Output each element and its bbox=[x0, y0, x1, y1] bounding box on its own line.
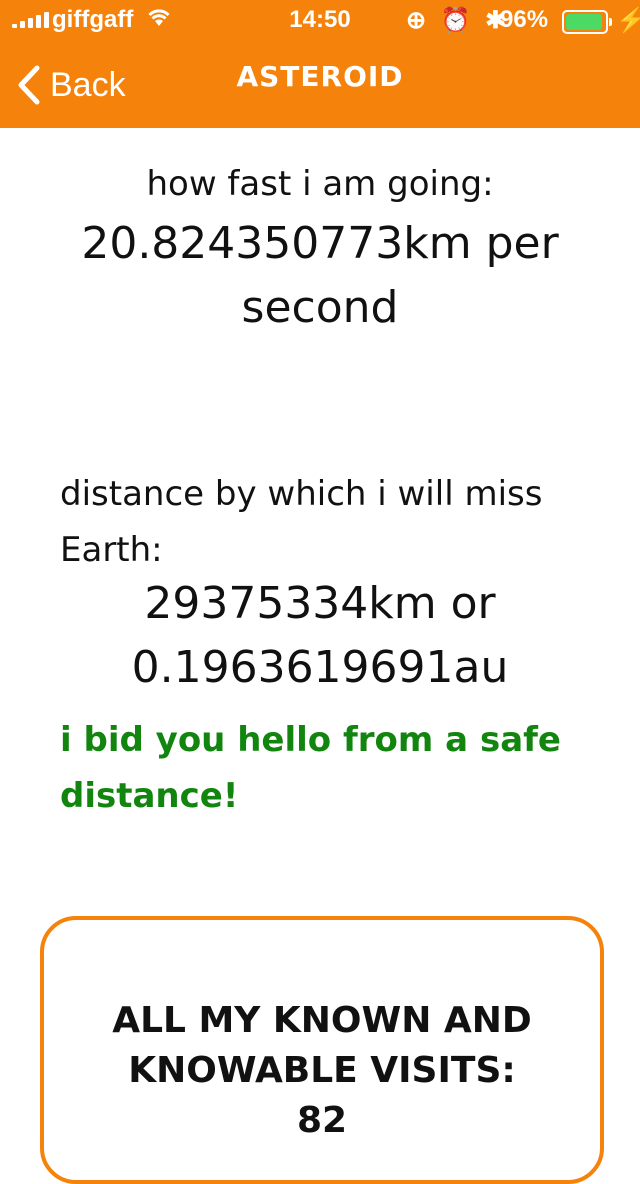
navigation-bar: giffgaff 14:50 ⊕ ⏰ ✱ 96% ⚡ Back ASTEROID bbox=[0, 0, 640, 128]
status-icons: ⊕ ⏰ ✱ bbox=[406, 6, 509, 35]
battery-level-fill bbox=[566, 14, 603, 30]
speed-value: 20.824350773km per second bbox=[81, 218, 559, 333]
battery-icon bbox=[562, 10, 612, 34]
greeting-message: i bid you hello from a safe distance! bbox=[60, 720, 561, 816]
miss-distance-value: 29375334km or 0.1963619691au bbox=[131, 578, 509, 693]
battery-percent: 96% bbox=[500, 6, 549, 33]
charging-icon: ⚡ bbox=[616, 7, 640, 34]
visits-card: all my known and knowable visits: 82 bbox=[40, 916, 604, 1184]
miss-distance-label: distance by which i will miss Earth: bbox=[60, 474, 543, 570]
rotation-lock-icon: ⊕ bbox=[406, 7, 431, 34]
visits-label: all my known and knowable visits: bbox=[112, 1000, 532, 1091]
page-title: ASTEROID bbox=[236, 60, 404, 93]
visits-count: 82 bbox=[296, 1100, 348, 1141]
speed-label: how fast i am going: bbox=[146, 164, 494, 204]
alarm-icon: ⏰ bbox=[440, 7, 475, 34]
status-bar: giffgaff 14:50 ⊕ ⏰ ✱ 96% ⚡ bbox=[0, 0, 640, 40]
